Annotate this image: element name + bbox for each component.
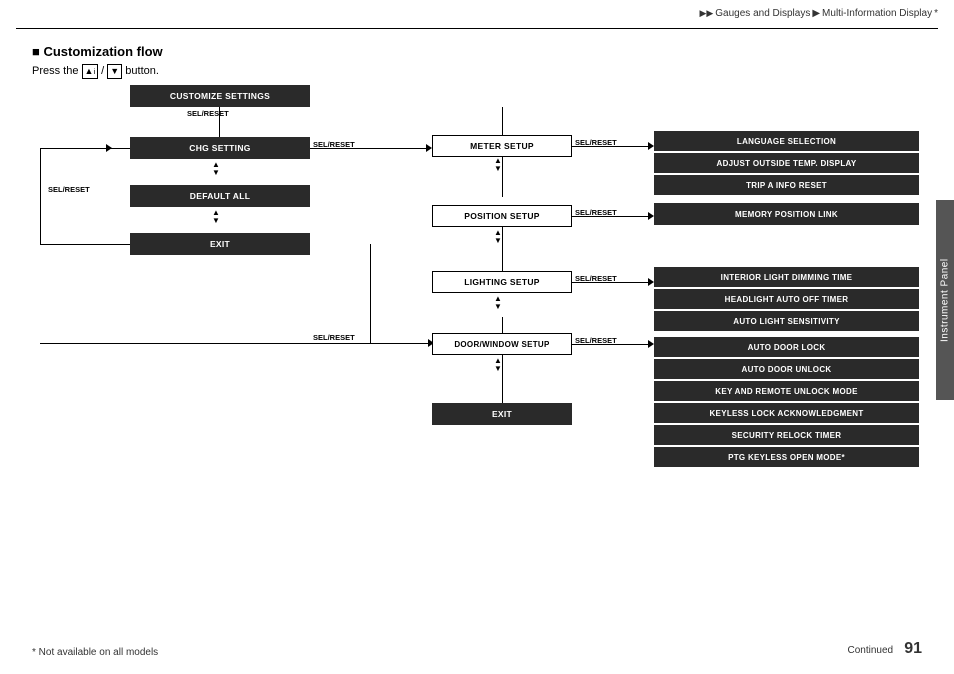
arrows-mid-3: ▲ ▼ xyxy=(494,295,502,311)
arrows-chg: ▲ ▼ xyxy=(212,161,220,177)
instruction-prefix: Press the xyxy=(32,65,78,77)
instruction-text: Press the ▲i / ▼ button. xyxy=(32,64,159,79)
breadcrumb: ▶▶ Gauges and Displays ▶ Multi-Informati… xyxy=(699,8,938,19)
box-auto-door-lock: AUTO DOOR LOCK xyxy=(654,337,919,357)
box-security-relock: SECURITY RELOCK TIMER xyxy=(654,425,919,445)
breadcrumb-1: Gauges and Displays xyxy=(715,8,810,19)
box-exit-left: EXIT xyxy=(130,233,310,255)
arrows-default: ▲ ▼ xyxy=(212,209,220,225)
vline-to-door xyxy=(370,244,371,343)
box-door-window: DOOR/WINDOW SETUP xyxy=(432,333,572,355)
breadcrumb-asterisk: * xyxy=(934,8,938,19)
box-ptg-keyless: PTG KEYLESS OPEN MODE* xyxy=(654,447,919,467)
box-lighting-setup: LIGHTING SETUP xyxy=(432,271,572,293)
vline-mid-pos-light xyxy=(502,227,503,271)
vline-door-exit xyxy=(502,355,503,403)
label-sel-reset-chg-right: SEL/RESET xyxy=(313,140,355,149)
box-auto-light-sensitivity: AUTO LIGHT SENSITIVITY xyxy=(654,311,919,331)
up-info-icon: ▲i xyxy=(82,64,99,79)
sidebar-instrument-panel: Instrument Panel xyxy=(936,200,954,400)
section-title: ■ Customization flow xyxy=(32,44,163,59)
box-memory-position: MEMORY POSITION LINK xyxy=(654,203,919,225)
box-headlight-auto-off: HEADLIGHT AUTO OFF TIMER xyxy=(654,289,919,309)
label-sel-reset-pos: SEL/RESET xyxy=(575,208,617,217)
box-language-selection: LANGUAGE SELECTION xyxy=(654,131,919,151)
box-position-setup: POSITION SETUP xyxy=(432,205,572,227)
label-sel-reset-meter: SEL/RESET xyxy=(575,138,617,147)
box-key-remote-unlock: KEY AND REMOTE UNLOCK MODE xyxy=(654,381,919,401)
top-divider xyxy=(16,28,938,29)
vline-customize-down xyxy=(219,107,220,137)
down-icon: ▼ xyxy=(107,64,122,79)
label-sel-reset-light: SEL/RESET xyxy=(575,274,617,283)
label-sel-reset-left: SEL/RESET xyxy=(48,185,90,194)
label-sel-reset-door: SEL/RESET xyxy=(575,336,617,345)
instruction-suffix: button. xyxy=(125,65,159,77)
breadcrumb-sep: ▶ xyxy=(812,8,820,19)
box-auto-door-unlock: AUTO DOOR UNLOCK xyxy=(654,359,919,379)
hline-left-bot xyxy=(40,244,130,245)
box-customize-settings: CUSTOMIZE SETTINGS xyxy=(130,85,310,107)
hline-left-top xyxy=(40,148,130,149)
hline-to-door2 xyxy=(370,343,432,344)
box-meter-setup: METER SETUP xyxy=(432,135,572,157)
vline-meter-down xyxy=(502,157,503,197)
hline-to-door xyxy=(40,343,370,344)
box-trip-a-info: TRIP A INFO RESET xyxy=(654,175,919,195)
page-number: 91 xyxy=(904,640,922,657)
label-sel-reset-lower: SEL/RESET xyxy=(313,333,355,342)
footer-note: * Not available on all models xyxy=(32,647,158,658)
arrow-to-chg xyxy=(106,144,112,152)
box-keyless-lock: KEYLESS LOCK ACKNOWLEDGMENT xyxy=(654,403,919,423)
breadcrumb-2: Multi-Information Display xyxy=(822,8,932,19)
vline-light-door xyxy=(502,317,503,333)
box-adjust-outside-temp: ADJUST OUTSIDE TEMP. DISPLAY xyxy=(654,153,919,173)
continued-label: Continued xyxy=(847,645,893,656)
arrows-mid-2: ▲ ▼ xyxy=(494,229,502,245)
arrows-mid-1: ▲ ▼ xyxy=(494,157,502,173)
vline-top-mid xyxy=(502,107,503,135)
breadcrumb-arrow: ▶▶ xyxy=(699,8,713,19)
flow-diagram: CUSTOMIZE SETTINGS SEL/RESET CHG SETTING… xyxy=(20,85,924,634)
vline-left xyxy=(40,148,41,244)
box-interior-light: INTERIOR LIGHT DIMMING TIME xyxy=(654,267,919,287)
box-exit-bottom: EXIT xyxy=(432,403,572,425)
footer-continued: Continued 91 xyxy=(847,640,922,658)
box-chg-setting: CHG SETTING xyxy=(130,137,310,159)
arrows-mid-4: ▲ ▼ xyxy=(494,357,502,373)
box-default-all: DEFAULT ALL xyxy=(130,185,310,207)
hline-to-meter xyxy=(370,148,430,149)
label-sel-reset-1: SEL/RESET xyxy=(187,109,229,118)
